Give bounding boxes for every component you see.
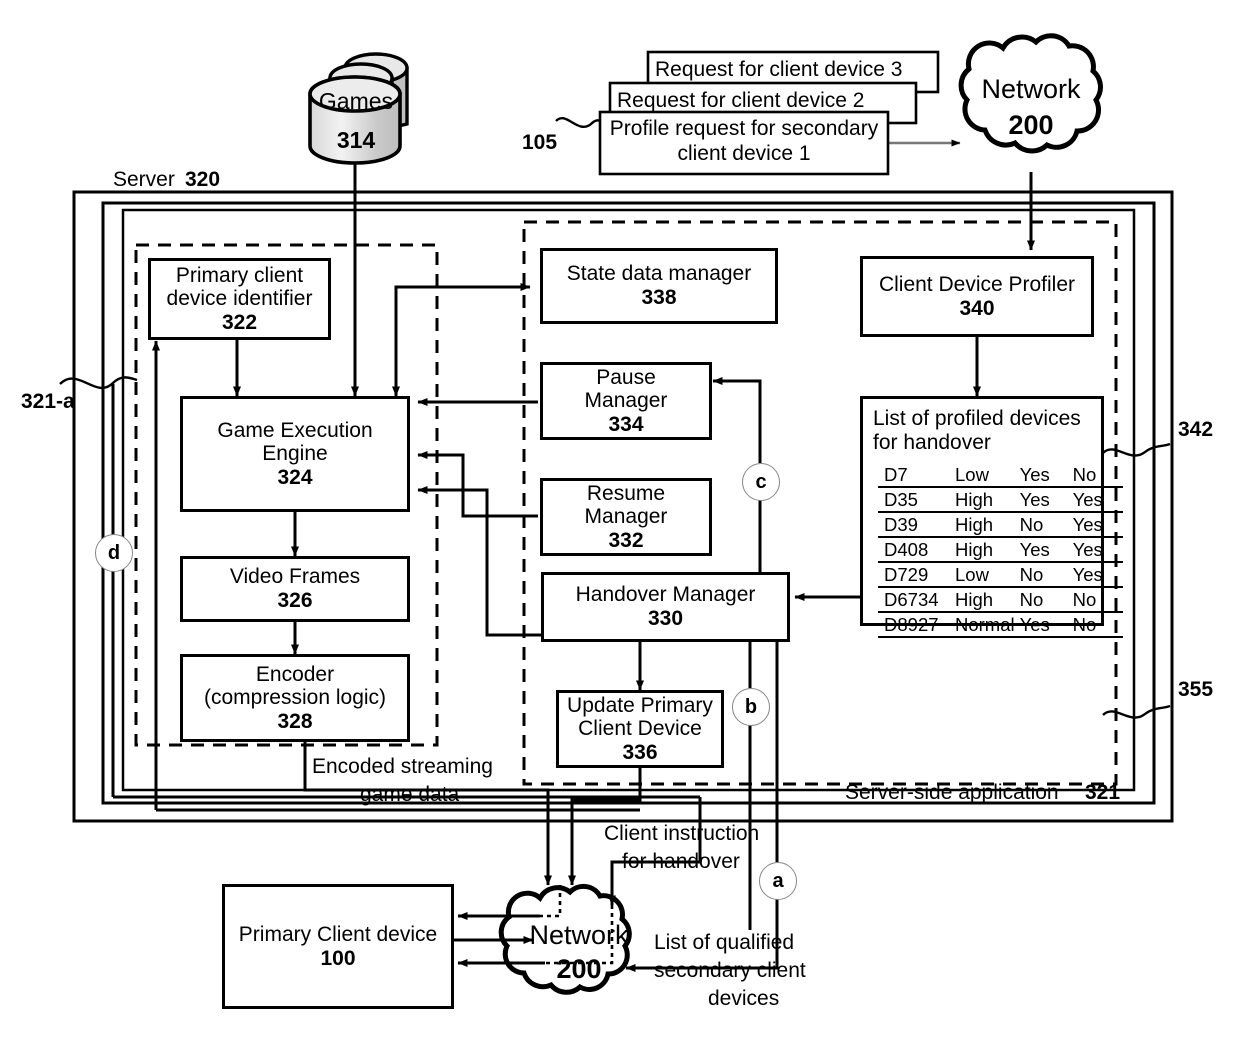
marker-c: c [742,463,780,501]
games-store-label: Games [318,88,394,114]
table-cell: D39 [878,512,952,538]
leader-342 [1102,442,1171,457]
block-resume-manager[interactable]: Resume Manager 332 [540,478,712,556]
table-cell: Yes [1016,463,1070,488]
block-primary-client-device[interactable]: Primary Client device 100 [222,884,454,1009]
server-side-app-num: 321 [1085,781,1121,804]
ref-342: 342 [1178,418,1214,441]
table-cell: D408 [878,537,952,563]
profiled-devices-table: D7 Low Yes No D35 High Yes Yes D39 High No Yes D408 H… [878,463,1123,638]
block-handover-manager[interactable]: Handover Manager 330 [541,572,790,642]
table-row: D35 High Yes Yes [878,487,1123,513]
table-cell: High [952,512,1017,538]
request-1-label: Profile request for secondary client dev… [609,117,879,165]
encoded-stream-label-2: game data [360,783,460,806]
table-cell: Yes [1069,487,1123,513]
table-cell: D729 [878,562,952,588]
block-pause-manager[interactable]: Pause Manager 334 [540,362,712,440]
patent-figure: Games 314 Request for client device 3 Re… [0,0,1240,1063]
block-video-frames[interactable]: Video Frames 326 [180,556,410,622]
leader-355 [1102,704,1171,719]
table-row: D408 High Yes Yes [878,537,1123,563]
client-instruction-label-2: for handover [622,850,740,873]
table-cell: No [1016,587,1070,613]
profiled-devices-title-1: List of profiled devices [873,407,1081,430]
table-cell: No [1016,562,1070,588]
table-cell: Yes [1016,537,1070,563]
ref-105: 105 [522,131,558,154]
table-cell: No [1069,463,1123,488]
request-2-label: Request for client device 2 [617,89,865,112]
table-row: D39 High No Yes [878,512,1123,538]
qualified-list-label-3: devices [708,987,780,1010]
table-cell: Normal [952,612,1017,638]
network-bottom-num: 200 [556,954,602,984]
table-cell: D8927 [878,612,952,638]
table-cell: Yes [1069,562,1123,588]
table-row: D8927 Normal Yes No [878,612,1123,638]
table-cell: D6734 [878,587,952,613]
table-cell: High [952,487,1017,513]
table-cell: Yes [1069,512,1123,538]
marker-d: d [95,534,133,572]
block-update-primary-client-device[interactable]: Update Primary Client Device 336 [556,690,724,768]
block-game-execution-engine[interactable]: Game Execution Engine 324 [180,396,410,512]
network-bottom-name: Network [529,920,629,950]
table-cell: High [952,587,1017,613]
block-state-data-manager[interactable]: State data manager 338 [540,248,778,324]
table-cell: No [1016,512,1070,538]
table-cell: No [1069,587,1123,613]
table-row: D729 Low No Yes [878,562,1123,588]
ref-355: 355 [1178,678,1214,701]
marker-a: a [759,862,797,900]
server-label: Server [113,168,175,191]
block-client-device-profiler[interactable]: Client Device Profiler 340 [860,256,1094,337]
block-encoder[interactable]: Encoder (compression logic) 328 [180,654,410,742]
table-cell: Yes [1016,612,1070,638]
line-engine-to-338 [394,283,531,396]
block-primary-client-device-identifier[interactable]: Primary client device identifier 322 [148,258,331,340]
table-cell: Low [952,463,1017,488]
line-c-upper [712,377,762,463]
table-row: D6734 High No No [878,587,1123,613]
server-side-app-label: Server-side application [845,781,1059,804]
table-cell: Yes [1016,487,1070,513]
encoded-stream-label: Encoded streaming [312,755,493,778]
server-num: 320 [185,168,221,191]
request-3-label: Request for client device 3 [655,58,903,81]
network-top-name: Network [981,74,1081,104]
qualified-list-label-2: secondary client [654,959,806,982]
ref-321a: 321-a [21,390,75,413]
profiled-devices-title-2: for handover [873,430,991,454]
leader-321a [59,376,138,390]
qualified-list-label-1: List of qualified [654,931,795,954]
table-cell: No [1069,612,1123,638]
table-cell: Low [952,562,1017,588]
table-cell: High [952,537,1017,563]
table-row: D7 Low Yes No [878,463,1123,488]
marker-b: b [732,688,770,726]
table-cell: D35 [878,487,952,513]
table-cell: D7 [878,463,952,488]
client-instruction-label: Client instruction [604,822,760,845]
network-top-num: 200 [1008,110,1054,140]
leader-105 [555,117,604,128]
games-store-num: 314 [336,127,376,153]
table-cell: Yes [1069,537,1123,563]
